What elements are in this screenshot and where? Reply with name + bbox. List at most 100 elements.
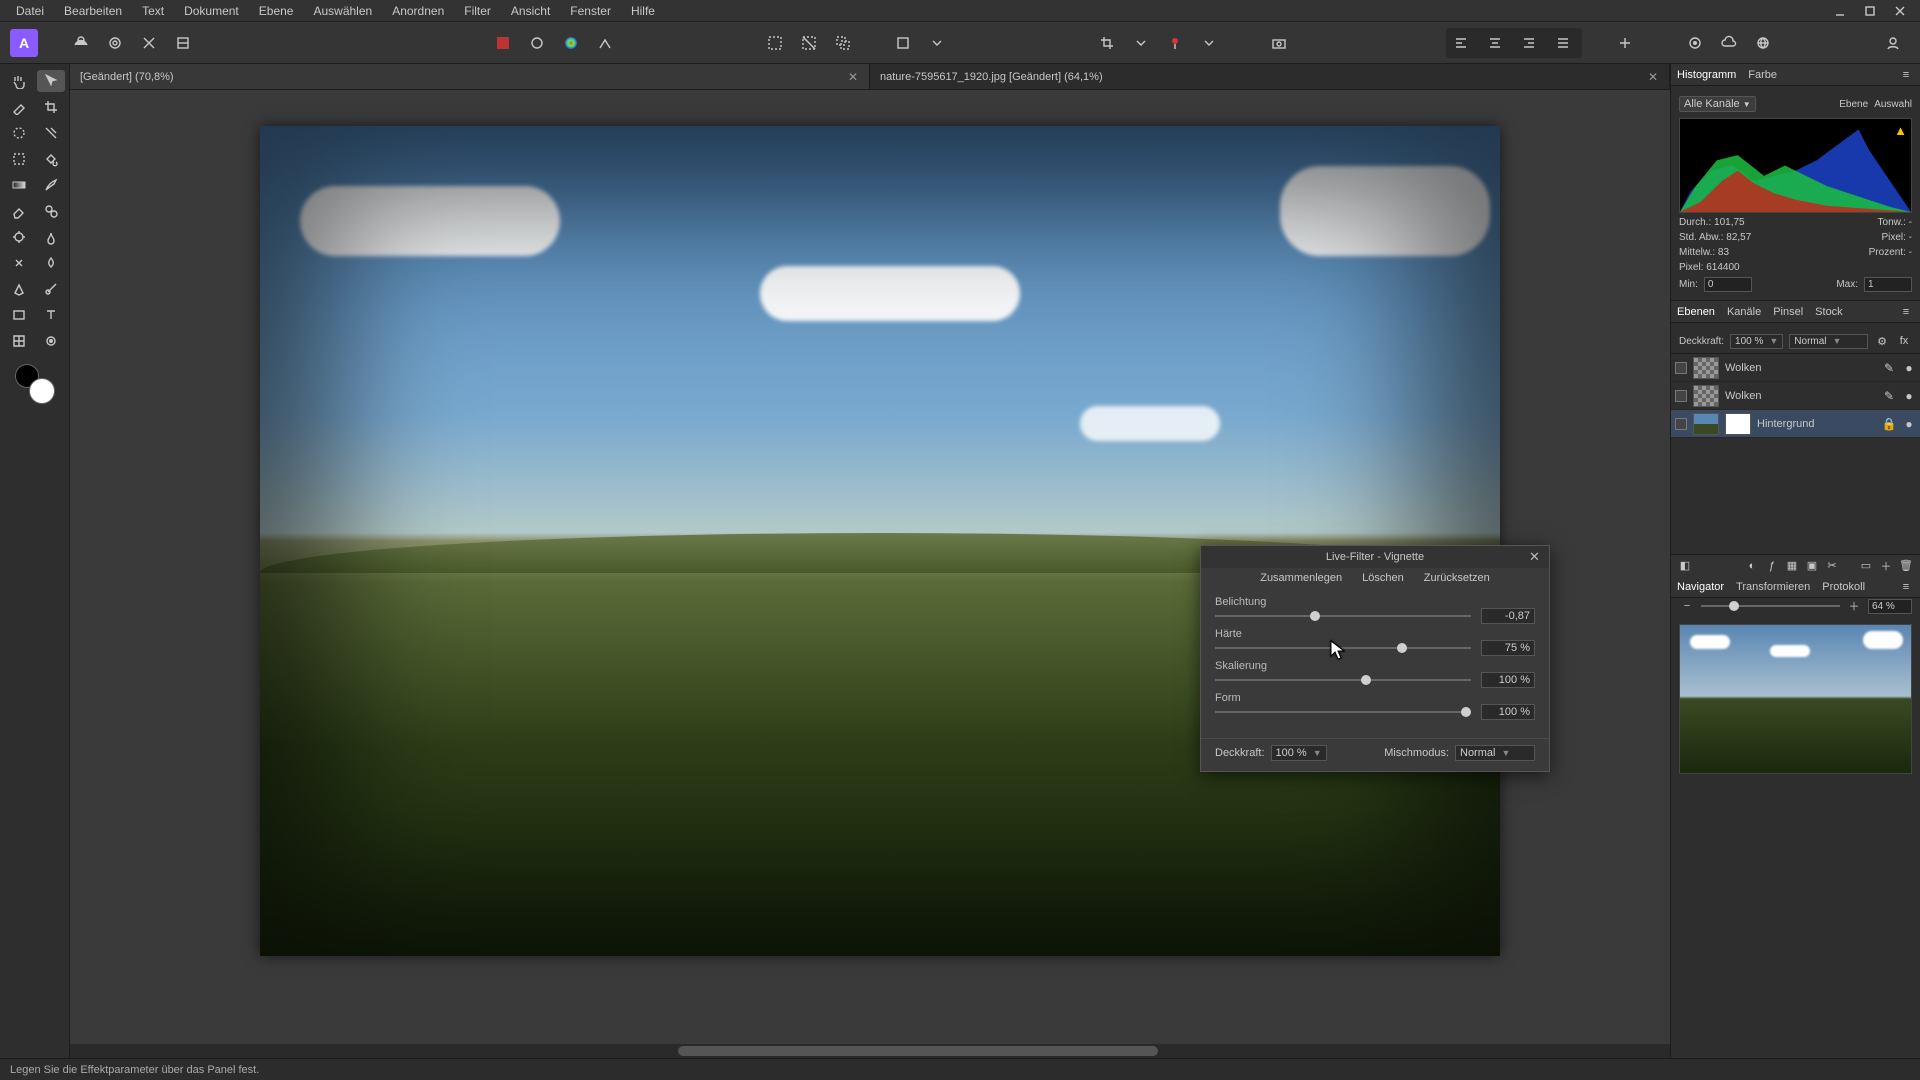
navigator-zoom-input[interactable] xyxy=(1868,599,1912,614)
menu-dokument[interactable]: Dokument xyxy=(174,2,249,20)
document-tab[interactable]: nature-7595617_1920.jpg [Geändert] (64,1… xyxy=(870,64,1670,89)
camera-icon[interactable] xyxy=(1266,30,1292,56)
gear-icon[interactable]: ⚙ xyxy=(1874,333,1890,349)
menu-datei[interactable]: Datei xyxy=(6,2,54,20)
param-slider-2[interactable] xyxy=(1215,673,1471,687)
align-justify-icon[interactable] xyxy=(1550,30,1576,56)
edit-icon[interactable]: ✎ xyxy=(1882,389,1896,403)
foreground-color-swatch[interactable] xyxy=(29,378,55,404)
layer-row[interactable]: Wolken ✎ ● xyxy=(1671,354,1920,382)
swatch-picker-icon[interactable] xyxy=(490,30,516,56)
histogram-min-input[interactable] xyxy=(1704,277,1752,292)
menu-filter[interactable]: Filter xyxy=(454,2,501,20)
group-icon[interactable]: ▭ xyxy=(1858,558,1874,574)
close-icon[interactable]: ✕ xyxy=(847,71,859,83)
crop-tool-icon[interactable] xyxy=(37,96,65,118)
live-filter-dialog[interactable]: Live-Filter - Vignette ✕ Zusammenlegen L… xyxy=(1200,545,1550,772)
horizontal-scrollbar[interactable] xyxy=(70,1044,1670,1058)
persona-photo-icon[interactable] xyxy=(68,30,94,56)
close-icon[interactable]: ✕ xyxy=(1647,71,1659,83)
arrange-icon[interactable] xyxy=(1612,30,1638,56)
param-slider-0[interactable] xyxy=(1215,609,1471,623)
stock-icon[interactable] xyxy=(1682,30,1708,56)
tab-stock[interactable]: Stock xyxy=(1815,306,1843,318)
histogram-channel-select[interactable]: Alle Kanäle ▼ xyxy=(1679,96,1756,112)
param-value-2[interactable] xyxy=(1481,672,1535,688)
color-wheel-icon[interactable] xyxy=(558,30,584,56)
mask-icon[interactable]: ◧ xyxy=(1677,558,1693,574)
layers-blend-select[interactable]: Normal▼ xyxy=(1789,334,1868,349)
color-swatches[interactable] xyxy=(15,364,55,404)
layers-opacity-select[interactable]: 100 %▼ xyxy=(1730,334,1783,349)
window-minimize-button[interactable] xyxy=(1826,2,1854,20)
rectangle-tool-icon[interactable] xyxy=(5,304,33,326)
layer-checkbox[interactable] xyxy=(1675,390,1687,402)
pen-tool-icon[interactable] xyxy=(5,278,33,300)
text-tool-icon[interactable] xyxy=(37,304,65,326)
blur-tool-icon[interactable] xyxy=(37,252,65,274)
auto-levels-icon[interactable] xyxy=(592,30,618,56)
persona-liquify-icon[interactable] xyxy=(102,30,128,56)
dialog-merge-button[interactable]: Zusammenlegen xyxy=(1260,572,1342,584)
dialog-reset-button[interactable]: Zurücksetzen xyxy=(1424,572,1490,584)
dialog-blend-select[interactable]: Normal▼ xyxy=(1455,745,1535,761)
add-layer-icon[interactable]: ＋ xyxy=(1878,558,1894,574)
healing-tool-icon[interactable] xyxy=(5,252,33,274)
menu-auswählen[interactable]: Auswählen xyxy=(303,2,382,20)
move-tool-icon[interactable] xyxy=(37,70,65,92)
menu-fenster[interactable]: Fenster xyxy=(560,2,621,20)
histogram-scope-selection[interactable]: Auswahl xyxy=(1874,99,1912,110)
tab-histogram[interactable]: Histogramm xyxy=(1677,69,1736,81)
fx-icon[interactable]: fx xyxy=(1896,333,1912,349)
menu-ansicht[interactable]: Ansicht xyxy=(501,2,560,20)
crop-icon[interactable] xyxy=(1094,30,1120,56)
menu-bearbeiten[interactable]: Bearbeiten xyxy=(54,2,132,20)
gradient-tool-icon[interactable] xyxy=(5,174,33,196)
mask-circle-icon[interactable] xyxy=(524,30,550,56)
trash-icon[interactable]: 🗑 xyxy=(1898,558,1914,574)
mesh-warp-tool-icon[interactable] xyxy=(5,330,33,352)
document-tab[interactable]: [Geändert] (70,8%)✕ xyxy=(70,64,870,89)
window-maximize-button[interactable] xyxy=(1856,2,1884,20)
node-tool-icon[interactable] xyxy=(37,278,65,300)
param-value-1[interactable] xyxy=(1481,640,1535,656)
lock-icon[interactable]: 🔒 xyxy=(1882,417,1896,431)
tab-navigator[interactable]: Navigator xyxy=(1677,581,1724,593)
adjustment-icon[interactable]: ◐ xyxy=(1744,558,1760,574)
live-filter-icon[interactable]: ▦ xyxy=(1784,558,1800,574)
tab-color[interactable]: Farbe xyxy=(1748,69,1777,81)
visibility-icon[interactable]: ● xyxy=(1902,417,1916,431)
flood-fill-tool-icon[interactable] xyxy=(37,148,65,170)
histogram-max-input[interactable] xyxy=(1864,277,1912,292)
flood-select-tool-icon[interactable] xyxy=(37,122,65,144)
selection-new-icon[interactable] xyxy=(762,30,788,56)
mask-add-icon[interactable]: ▣ xyxy=(1804,558,1820,574)
param-slider-3[interactable] xyxy=(1215,705,1471,719)
tab-channels[interactable]: Kanäle xyxy=(1727,306,1761,318)
panel-menu-icon[interactable]: ≡ xyxy=(1898,581,1914,593)
erase-tool-icon[interactable] xyxy=(5,200,33,222)
layer-row[interactable]: Wolken ✎ ● xyxy=(1671,382,1920,410)
menu-ebene[interactable]: Ebene xyxy=(249,2,304,20)
visibility-icon[interactable]: ● xyxy=(1902,389,1916,403)
edit-icon[interactable]: ✎ xyxy=(1882,361,1896,375)
dodge-tool-icon[interactable] xyxy=(5,226,33,248)
param-value-3[interactable] xyxy=(1481,704,1535,720)
persona-develop-icon[interactable] xyxy=(136,30,162,56)
quickmask-icon[interactable] xyxy=(890,30,916,56)
param-slider-1[interactable] xyxy=(1215,641,1471,655)
layer-checkbox[interactable] xyxy=(1675,418,1687,430)
paint-brush-tool-icon[interactable] xyxy=(37,174,65,196)
smudge-tool-icon[interactable] xyxy=(37,226,65,248)
param-value-0[interactable] xyxy=(1481,608,1535,624)
tab-layers[interactable]: Ebenen xyxy=(1677,306,1715,318)
chevron-down-icon[interactable] xyxy=(924,30,950,56)
selection-subtract-icon[interactable] xyxy=(796,30,822,56)
color-picker-tool-icon[interactable] xyxy=(5,96,33,118)
histogram-scope-layer[interactable]: Ebene xyxy=(1839,99,1868,110)
chevron-down-icon[interactable] xyxy=(1128,30,1154,56)
document-canvas[interactable] xyxy=(260,126,1500,956)
panel-menu-icon[interactable]: ≡ xyxy=(1898,306,1914,318)
dialog-opacity-select[interactable]: 100 %▼ xyxy=(1271,745,1327,761)
crop-ic[interactable]: ✂ xyxy=(1824,558,1840,574)
